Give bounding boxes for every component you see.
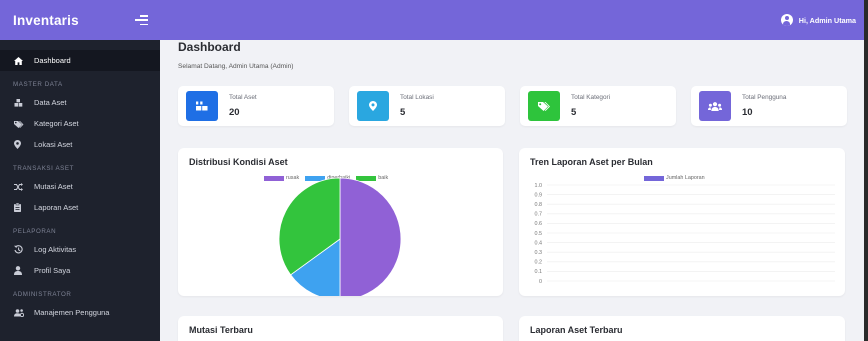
y-tick-label: 0.5 <box>535 231 543 237</box>
stat-value: 5 <box>571 107 577 118</box>
tags-icon <box>14 120 34 128</box>
chart-card-tren: Tren Laporan Aset per Bulan Jumlah Lapor… <box>519 148 845 296</box>
user-greeting: Hi, Admin Utama <box>798 15 856 25</box>
section-pelaporan: PELAPORAN <box>13 227 57 235</box>
welcome-text: Selamat Datang, Admin Utama (Admin) <box>178 63 294 70</box>
tags-icon <box>528 91 560 121</box>
stat-card-total-lokasi: Total Lokasi 5 <box>349 86 505 126</box>
y-tick-label: 0.4 <box>535 240 543 246</box>
sidebar-item-mutasi-aset[interactable]: Mutasi Aset <box>0 176 160 197</box>
y-tick-label: 0.3 <box>535 250 543 256</box>
y-tick-label: 0 <box>539 279 542 285</box>
sidebar-item-data-aset[interactable]: Data Aset <box>0 92 160 113</box>
panel-title: Mutasi Terbaru <box>189 325 253 335</box>
section-administrator: ADMINISTRATOR <box>13 290 72 298</box>
user-avatar-icon <box>780 14 793 26</box>
boxes-icon <box>14 98 34 107</box>
stat-card-total-pengguna: Total Pengguna 10 <box>691 86 847 126</box>
sidebar-item-label: Dashboard <box>34 56 71 65</box>
chart-card-distribusi: Distribusi Kondisi Aset rusak diperbaiki… <box>178 148 503 296</box>
y-tick-label: 0.8 <box>535 202 543 208</box>
brand-bar: Inventaris <box>0 0 160 40</box>
history-icon <box>14 245 34 254</box>
sidebar-toggle-icon[interactable] <box>135 15 148 25</box>
pie-slice-rusak[interactable] <box>339 177 402 296</box>
stat-label: Total Lokasi <box>400 94 434 101</box>
user-icon <box>14 266 34 275</box>
stat-card-total-aset: Total Aset 20 <box>178 86 334 126</box>
map-marker-icon <box>14 140 34 149</box>
page-title: Dashboard <box>178 40 241 54</box>
y-tick-label: 0.7 <box>535 212 543 218</box>
sidebar-item-label: Log Aktivitas <box>34 245 77 254</box>
users-cog-icon <box>14 308 34 317</box>
sidebar-item-label: Kategori Aset <box>34 119 79 128</box>
clipboard-icon <box>14 203 34 212</box>
sidebar-item-label: Profil Saya <box>34 266 71 275</box>
panel-title: Laporan Aset Terbaru <box>530 325 623 335</box>
app-title[interactable]: Inventaris <box>13 13 79 28</box>
y-tick-label: 0.6 <box>535 221 543 227</box>
sidebar-item-log-aktivitas[interactable]: Log Aktivitas <box>0 239 160 260</box>
sidebar-item-label: Data Aset <box>34 98 67 107</box>
boxes-icon <box>186 91 218 121</box>
stat-label: Total Aset <box>229 94 257 101</box>
top-bar: Hi, Admin Utama <box>160 0 866 40</box>
window-edge <box>864 0 868 341</box>
sidebar-item-profil-saya[interactable]: Profil Saya <box>0 260 160 281</box>
sidebar-item-dashboard[interactable]: Dashboard <box>0 50 160 71</box>
pie-chart <box>278 177 402 296</box>
stat-label: Total Pengguna <box>742 94 787 101</box>
sidebar: Inventaris Dashboard MASTER DATA Data As… <box>0 0 160 341</box>
panel-mutasi-terbaru: Mutasi Terbaru <box>178 316 503 341</box>
sidebar-nav: Dashboard MASTER DATA Data Aset Kategori… <box>0 40 160 323</box>
stat-label: Total Kategori <box>571 94 611 101</box>
sidebar-item-label: Laporan Aset <box>34 203 79 212</box>
app: Inventaris Dashboard MASTER DATA Data As… <box>0 0 868 341</box>
y-tick-label: 1.0 <box>535 183 543 189</box>
sidebar-item-label: Mutasi Aset <box>34 182 73 191</box>
map-marker-icon <box>357 91 389 121</box>
stat-card-total-kategori: Total Kategori 5 <box>520 86 676 126</box>
y-tick-label: 0.9 <box>535 192 543 198</box>
random-icon <box>14 182 34 191</box>
y-tick-label: 0.1 <box>535 269 543 275</box>
stat-value: 5 <box>400 107 406 118</box>
line-chart: 1.0 0.9 0.8 0.7 0.6 0.5 0.4 0.3 0.2 0.1 0 <box>535 183 835 285</box>
section-transaksi-aset: TRANSAKSI ASET <box>13 164 75 172</box>
sidebar-item-kategori-aset[interactable]: Kategori Aset <box>0 113 160 134</box>
sidebar-item-manajemen-pengguna[interactable]: Manajemen Pengguna <box>0 302 160 323</box>
home-icon <box>14 56 34 65</box>
y-tick-label: 0.2 <box>535 260 543 266</box>
section-master-data: MASTER DATA <box>13 80 63 88</box>
sidebar-item-label: Manajemen Pengguna <box>34 308 110 317</box>
sidebar-item-label: Lokasi Aset <box>34 140 73 149</box>
user-menu[interactable]: Hi, Admin Utama <box>780 14 856 26</box>
stat-value: 10 <box>742 107 753 118</box>
panel-laporan-terbaru: Laporan Aset Terbaru <box>519 316 845 341</box>
sidebar-item-lokasi-aset[interactable]: Lokasi Aset <box>0 134 160 155</box>
main-content: Dashboard Selamat Datang, Admin Utama (A… <box>160 40 864 341</box>
users-icon <box>699 91 731 121</box>
sidebar-item-laporan-aset[interactable]: Laporan Aset <box>0 197 160 218</box>
stat-value: 20 <box>229 107 240 118</box>
